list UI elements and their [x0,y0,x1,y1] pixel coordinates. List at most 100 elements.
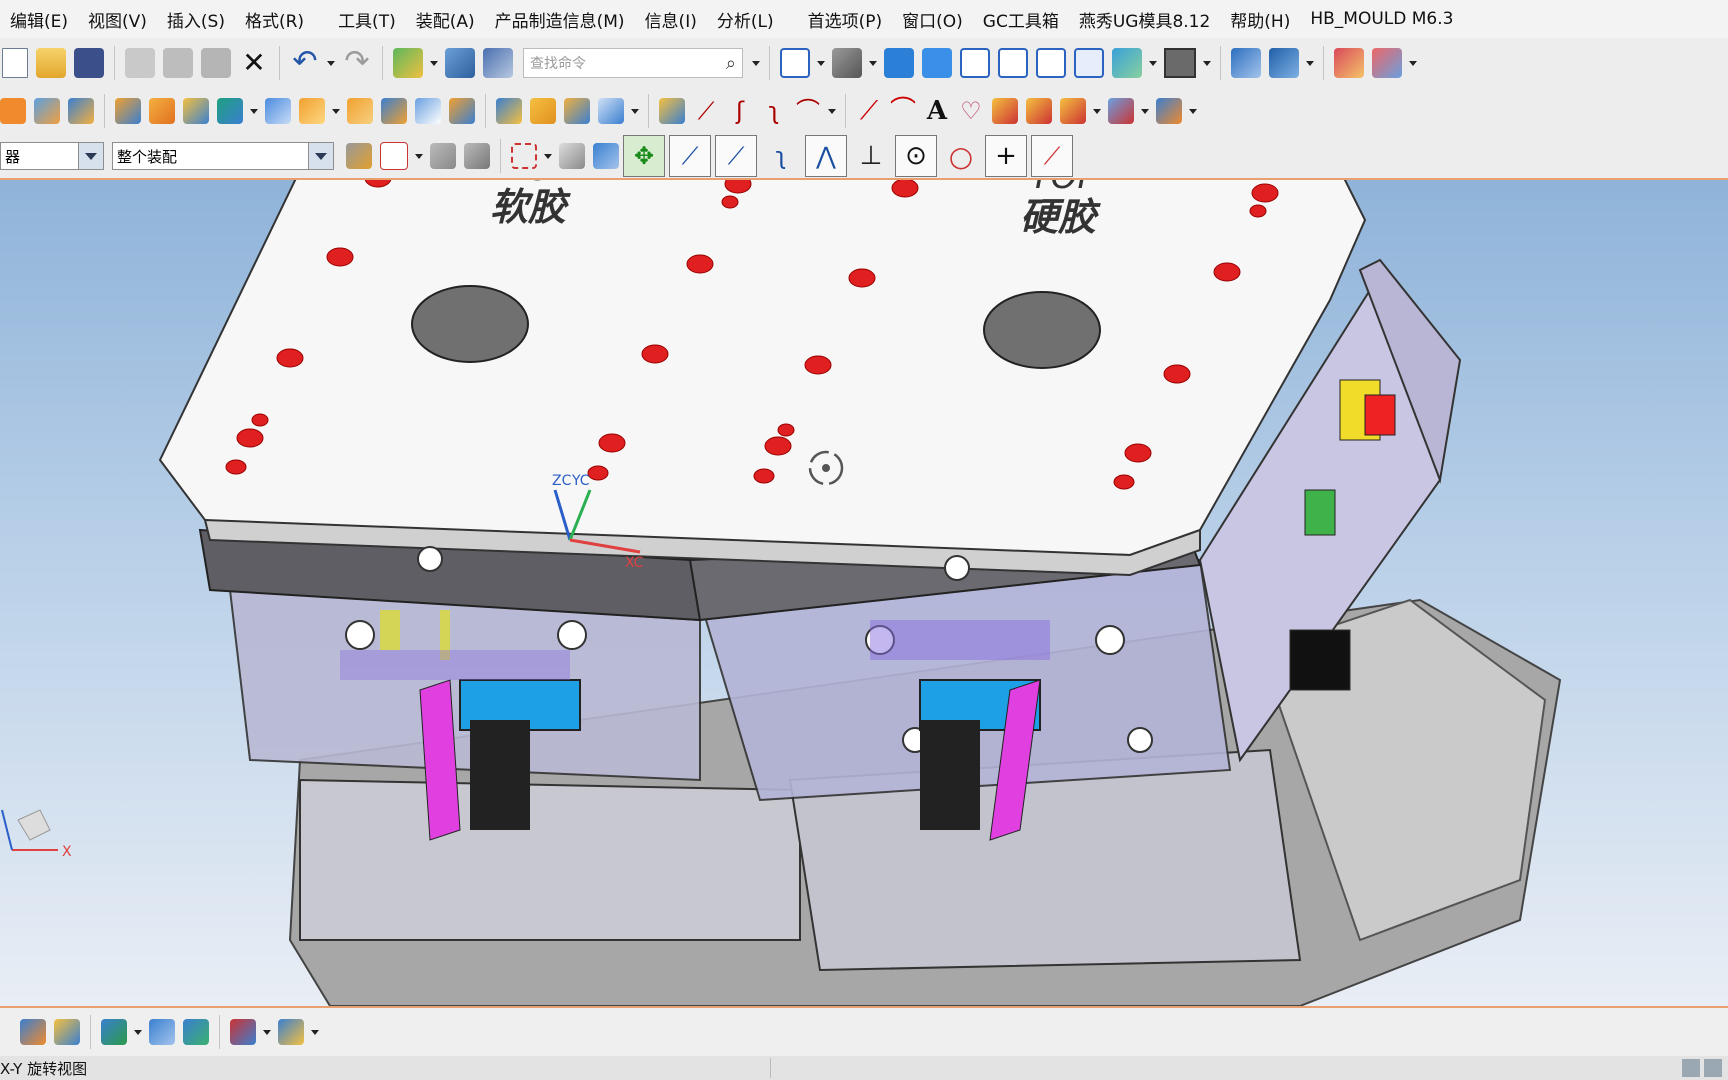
chevron-down-icon[interactable] [78,143,103,169]
snap-intersection-icon[interactable]: ⋀ [805,135,847,177]
draft-icon[interactable] [381,98,407,124]
studio-view-icon[interactable] [1112,48,1142,78]
bridge-curve-icon[interactable]: ʅ [761,98,787,124]
undo-dropdown[interactable] [327,59,335,67]
move-component-icon[interactable] [101,1019,127,1045]
rectangle-select-dropdown[interactable] [544,152,552,160]
unite-dropdown[interactable] [631,107,639,115]
datum-plane-icon[interactable] [115,98,141,124]
replace-component-icon[interactable] [183,1019,209,1045]
status-view-icon[interactable] [1704,1059,1722,1077]
selection-target-icon[interactable] [380,142,408,170]
curve-icon[interactable]: ʃ [727,98,753,124]
info-icon[interactable] [483,48,513,78]
graphics-window[interactable]: 软胶 硬胶 TOP TOP ZC YC XC X [0,180,1728,1006]
studio-view-dropdown[interactable] [1149,59,1157,67]
paste-icon[interactable] [201,48,231,78]
copy-icon[interactable] [163,48,193,78]
snap-existing-point-icon[interactable]: + [985,135,1027,177]
extract-curve-icon[interactable] [1108,98,1134,124]
snap-all-icon[interactable]: ✥ [623,135,665,177]
replace-face-icon[interactable] [564,98,590,124]
mirror-assembly-icon[interactable] [149,1019,175,1045]
cut-icon[interactable] [125,48,155,78]
menu-info[interactable]: 信息(I) [635,7,707,32]
menu-gc-toolbox[interactable]: GC工具箱 [973,7,1069,32]
curve-dropdown[interactable] [828,107,836,115]
menu-hb-mould[interactable]: HB_MOULD M6.3 [1300,9,1463,29]
menu-analysis[interactable]: 分析(L) [707,7,784,32]
menu-insert[interactable]: 插入(S) [157,7,235,32]
intersect-curve-icon[interactable] [1026,98,1052,124]
delete-icon[interactable]: ✕ [239,48,269,78]
boolean-icon[interactable] [183,98,209,124]
extract-curve-dropdown[interactable] [1141,107,1149,115]
block-icon[interactable] [68,98,94,124]
background-icon[interactable] [1164,48,1196,78]
project-curve-icon[interactable] [992,98,1018,124]
face-analysis-icon[interactable] [1334,48,1364,78]
undo-icon[interactable]: ↶ [290,47,320,78]
clip-section-icon[interactable] [1269,48,1299,78]
offset-curve-dropdown[interactable] [1093,107,1101,115]
edit-section-icon[interactable] [1231,48,1261,78]
line-icon[interactable]: ⟋ [856,98,882,124]
split-body-icon[interactable] [449,98,475,124]
snap-quadrant-icon[interactable]: ○ [941,136,981,176]
background-dropdown[interactable] [1203,59,1211,67]
shell-dropdown[interactable] [332,107,340,115]
type-filter-select[interactable]: 器 [0,142,104,170]
trim-curve-icon[interactable]: ⟋ [693,98,719,124]
chevron-down-icon[interactable] [308,143,333,169]
save-icon[interactable] [74,48,104,78]
fit-view-dropdown[interactable] [817,59,825,67]
pattern-icon[interactable] [149,98,175,124]
menu-assembly[interactable]: 装配(A) [406,7,485,32]
search-dropdown[interactable] [752,59,760,67]
wireframe-dim-edges-icon[interactable] [1036,48,1066,78]
menu-yanxiu[interactable]: 燕秀UG模具8.12 [1069,7,1220,32]
sketch-icon[interactable] [0,98,26,124]
menu-preferences[interactable]: 首选项(P) [798,7,893,32]
search-icon[interactable]: ⌕ [726,53,736,74]
offset-face-icon[interactable] [347,98,373,124]
section-dropdown[interactable] [1306,59,1314,67]
move-object-icon[interactable] [1156,98,1182,124]
move-object-dropdown[interactable] [1189,107,1197,115]
scope-select[interactable]: 整个装配 [112,142,334,170]
shape-icon[interactable]: ♡ [958,98,984,124]
rectangle-select-icon[interactable] [511,143,537,169]
rotate-view-icon[interactable] [832,48,862,78]
selection-filter-icon[interactable] [393,48,423,78]
measure-icon[interactable] [659,98,685,124]
move-component-dropdown[interactable] [134,1028,142,1036]
mold-assembly-model[interactable]: 软胶 硬胶 TOP TOP ZC YC XC X [0,180,1728,1006]
command-search-input[interactable]: 查找命令 ⌕ [523,48,743,78]
rotate-view-dropdown[interactable] [869,59,877,67]
assembly-select-icon[interactable] [464,143,490,169]
show-hide-icon[interactable] [559,143,585,169]
edit-object-icon[interactable] [445,48,475,78]
fillet-curve-icon[interactable]: ⌒ [795,98,821,124]
menu-help[interactable]: 帮助(H) [1220,7,1300,32]
open-folder-icon[interactable] [36,48,66,78]
offset-curve-icon[interactable] [1060,98,1086,124]
wireframe-hidden-edges-icon[interactable] [960,48,990,78]
extrude-icon[interactable] [34,98,60,124]
menu-pmi[interactable]: 产品制造信息(M) [485,7,635,32]
shaded-icon[interactable] [922,48,952,78]
menu-window[interactable]: 窗口(O) [892,7,973,32]
wave-dropdown[interactable] [263,1028,271,1036]
menu-view[interactable]: 视图(V) [78,7,157,32]
text-icon[interactable]: A [924,98,950,124]
snap-endpoint-icon[interactable]: ⟋ [669,135,711,177]
snap-control-point-icon[interactable]: ʅ [761,136,801,176]
chamfer-icon[interactable] [530,98,556,124]
shell-icon[interactable] [299,98,325,124]
selection-filter-dropdown[interactable] [430,59,438,67]
static-wireframe-icon[interactable] [1074,48,1104,78]
redo-icon[interactable]: ↷ [342,47,372,78]
snap-midpoint-icon[interactable]: ⟋ [715,135,757,177]
add-component-icon[interactable] [20,1019,46,1045]
wave-geometry-icon[interactable] [230,1019,256,1045]
